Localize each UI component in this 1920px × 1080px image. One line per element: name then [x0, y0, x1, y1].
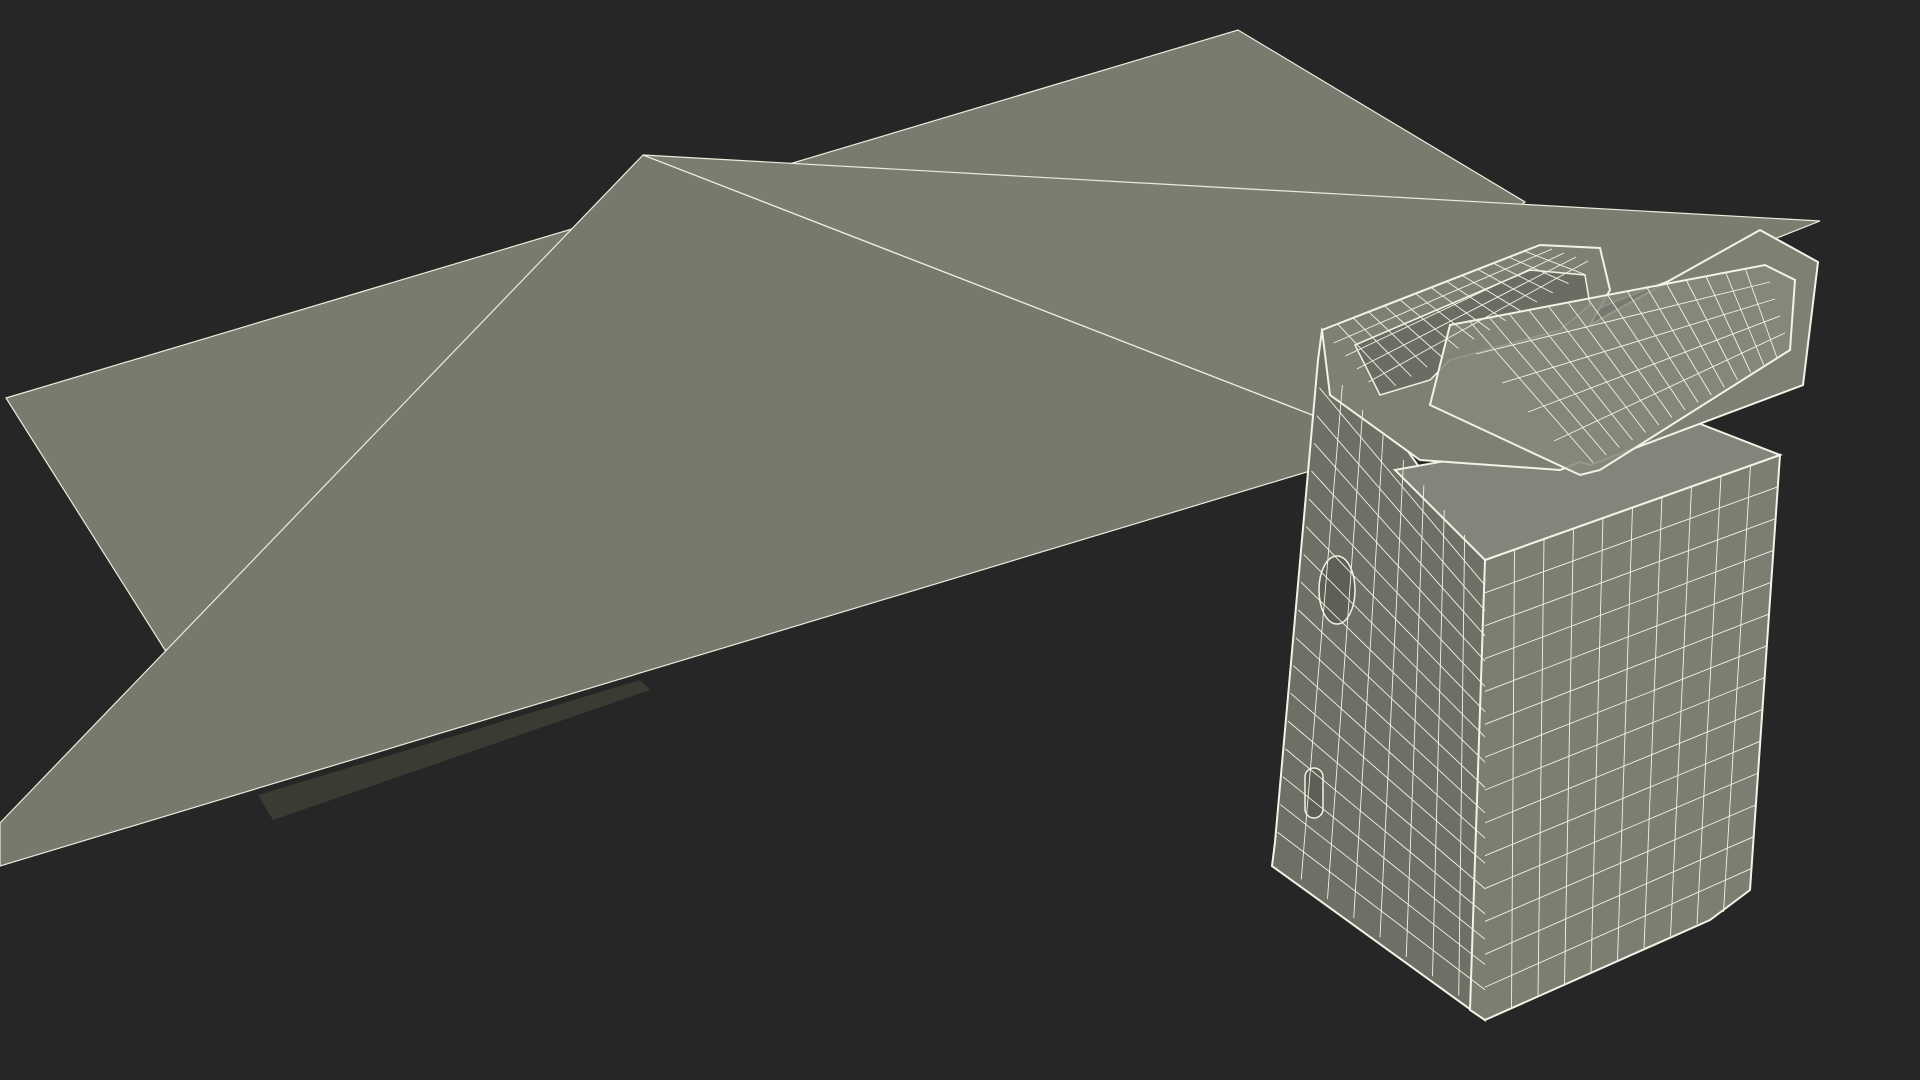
box-wireframe — [1270, 228, 1820, 1022]
box-side-slot — [1304, 767, 1324, 819]
render-viewport — [0, 0, 1920, 1080]
scene-canvas — [0, 29, 1821, 1022]
